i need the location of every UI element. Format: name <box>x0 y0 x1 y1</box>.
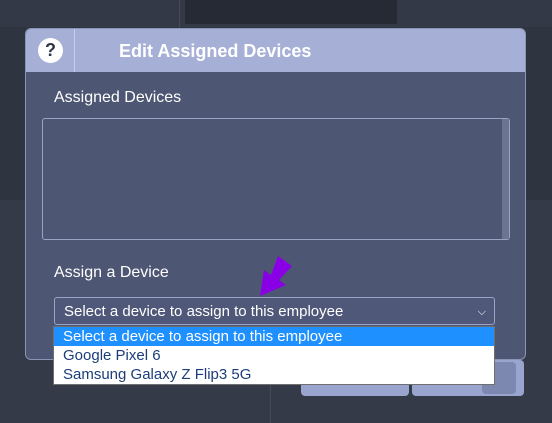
chevron-down-icon: ⌵ <box>477 306 486 318</box>
modal-title: Edit Assigned Devices <box>119 41 312 61</box>
arrow-pointer-icon <box>260 256 292 296</box>
device-dropdown-list: Select a device to assign to this employ… <box>53 326 495 385</box>
dropdown-option[interactable]: Select a device to assign to this employ… <box>54 327 494 346</box>
dropdown-option[interactable]: Samsung Galaxy Z Flip3 5G <box>54 365 494 384</box>
device-select-value: Select a device to assign to this employ… <box>64 303 344 320</box>
assigned-devices-scrollbar[interactable] <box>502 119 509 239</box>
header-divider <box>74 29 75 72</box>
assigned-devices-list[interactable] <box>42 118 510 240</box>
assign-device-label: Assign a Device <box>54 264 169 281</box>
assigned-devices-label: Assigned Devices <box>54 89 182 106</box>
background-toolbar <box>185 0 397 24</box>
dropdown-option[interactable]: Google Pixel 6 <box>54 346 494 365</box>
edit-assigned-devices-modal: ? Edit Assigned Devices Assigned Devices… <box>25 28 526 360</box>
help-icon[interactable]: ? <box>38 38 63 63</box>
modal-header: ? Edit Assigned Devices <box>26 29 525 72</box>
